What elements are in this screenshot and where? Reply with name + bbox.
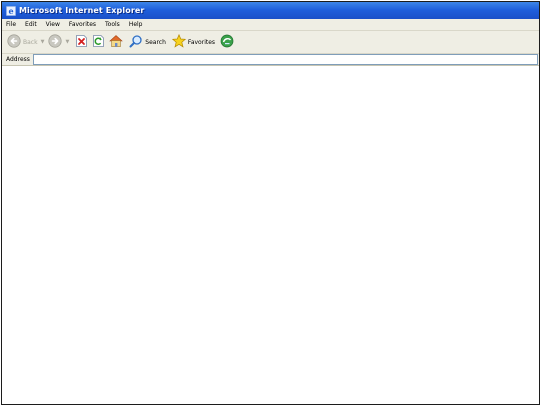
- refresh-icon: [92, 33, 105, 52]
- forward-dropdown-icon[interactable]: ▼: [65, 39, 69, 45]
- media-icon: [220, 33, 234, 52]
- search-icon: [129, 33, 143, 52]
- window-title: Microsoft Internet Explorer: [19, 6, 145, 15]
- back-dropdown-icon[interactable]: ▼: [41, 39, 45, 45]
- ie-logo-icon: e: [6, 6, 16, 16]
- menu-bar: File Edit View Favorites Tools Help: [2, 19, 539, 31]
- menu-favorites[interactable]: Favorites: [65, 19, 101, 30]
- menu-edit[interactable]: Edit: [21, 19, 42, 30]
- search-label: Search: [145, 38, 166, 46]
- forward-button[interactable]: [48, 33, 63, 52]
- address-bar: Address: [2, 54, 539, 66]
- back-arrow-icon: [7, 33, 21, 52]
- media-button[interactable]: [220, 33, 234, 51]
- stop-icon: [75, 33, 88, 52]
- page-content-area[interactable]: [2, 66, 539, 404]
- home-button[interactable]: [109, 33, 124, 52]
- refresh-button[interactable]: [92, 33, 105, 51]
- search-button[interactable]: Search: [129, 33, 166, 51]
- favorites-label: Favorites: [187, 38, 216, 46]
- home-icon: [109, 33, 124, 52]
- menu-view[interactable]: View: [42, 19, 65, 30]
- svg-text:e: e: [8, 6, 13, 16]
- address-input[interactable]: [32, 54, 538, 65]
- stop-button[interactable]: [75, 33, 88, 51]
- favorites-button[interactable]: Favorites: [171, 33, 216, 52]
- standard-toolbar: Back ▼ ▼ Search Favorites: [2, 31, 539, 54]
- back-label: Back: [23, 38, 38, 46]
- forward-arrow-icon: [48, 33, 63, 52]
- menu-file[interactable]: File: [2, 19, 21, 30]
- menu-help[interactable]: Help: [125, 19, 148, 30]
- menu-tools[interactable]: Tools: [101, 19, 125, 30]
- title-bar[interactable]: e Microsoft Internet Explorer: [2, 2, 539, 19]
- browser-window: e Microsoft Internet Explorer File Edit …: [1, 1, 540, 405]
- address-label: Address: [6, 56, 30, 63]
- back-button[interactable]: Back: [7, 33, 38, 51]
- star-icon: [171, 33, 187, 52]
